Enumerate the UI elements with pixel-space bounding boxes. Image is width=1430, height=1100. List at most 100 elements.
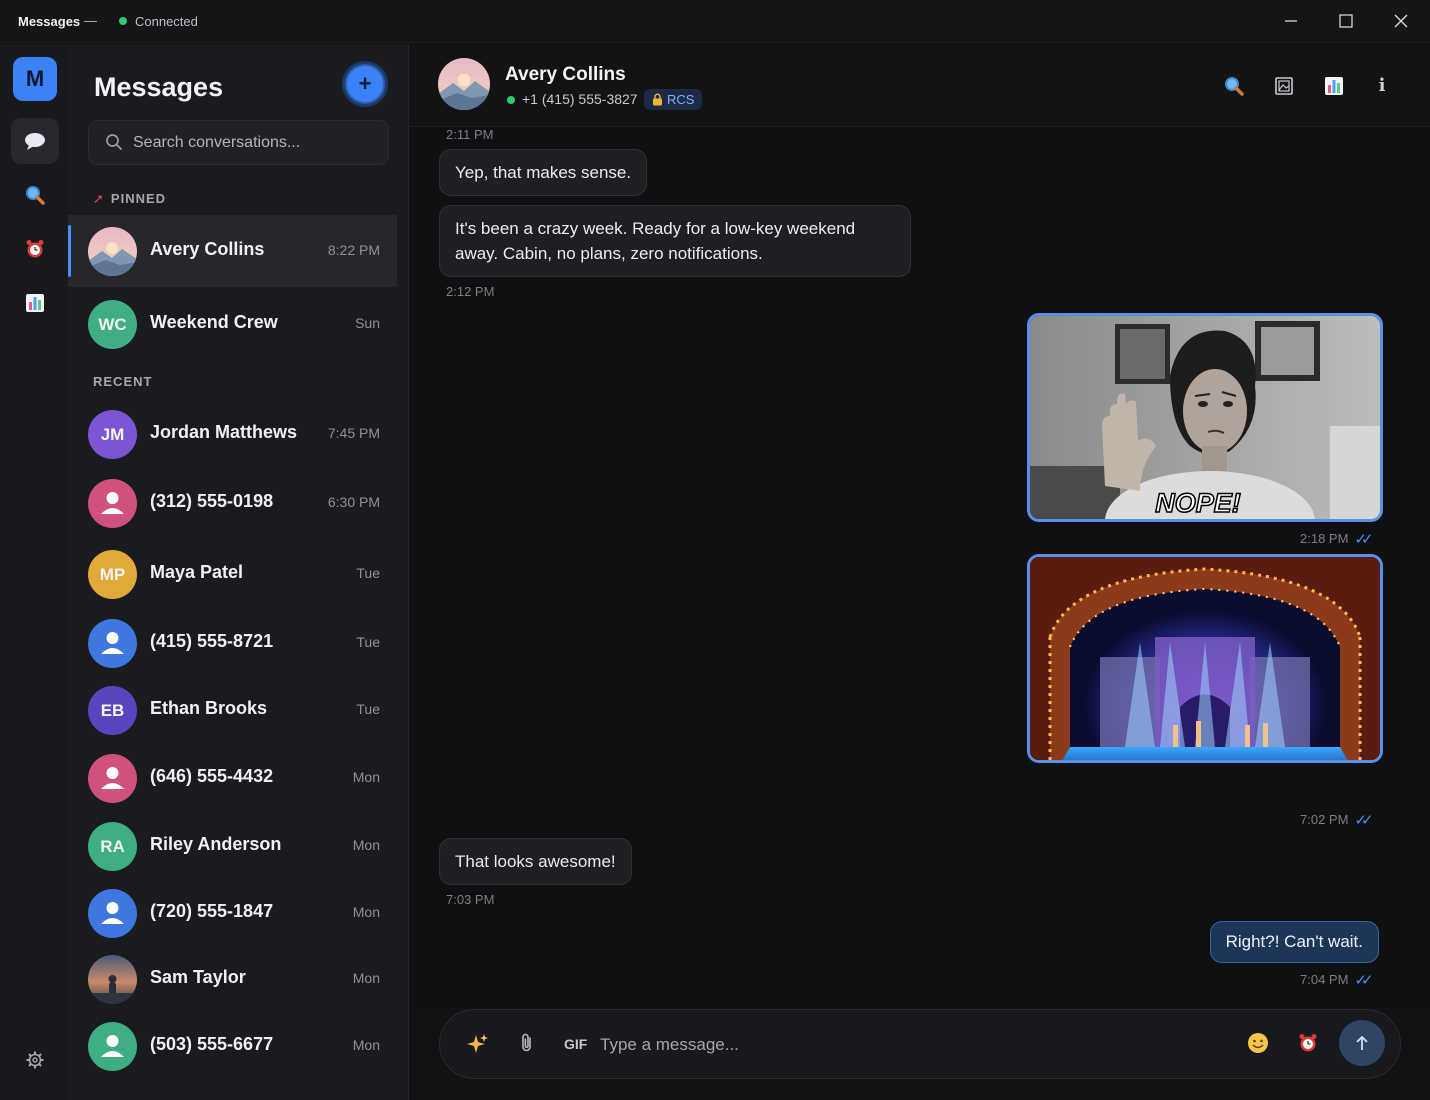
contact-avatar[interactable] <box>438 58 490 110</box>
conversation-time: Mon <box>352 769 380 785</box>
image-attachment-theater-stage[interactable] <box>1027 554 1383 763</box>
send-button[interactable] <box>1339 1020 1385 1066</box>
avatar: MP <box>88 550 137 599</box>
title-bar: Messages — Connected <box>0 0 1430 43</box>
conversation-name: Ethan Brooks <box>150 698 268 718</box>
chat-header: Avery Collins +1 (415) 555-3827 RCS i <box>410 44 1430 127</box>
conversation-name: (646) 555-4432 <box>150 766 274 786</box>
conversation-item-jordan-matthews[interactable]: JM Jordan Matthews 7:45 PM <box>68 398 397 470</box>
conversation-name: (415) 555-8721 <box>150 631 274 651</box>
account-avatar[interactable]: M <box>13 57 57 101</box>
search-box[interactable] <box>88 120 389 165</box>
conversation-item-maya-patel[interactable]: MP Maya Patel Tue <box>68 538 397 610</box>
conversation-time: Mon <box>352 904 380 920</box>
online-status-dot <box>507 96 515 104</box>
conversation-item-503-555-6677[interactable]: (503) 555-6677 Mon <box>68 1010 397 1082</box>
message-timestamp: 2:18 PM <box>1300 531 1349 546</box>
rcs-label: RCS <box>667 92 695 107</box>
incoming-message-bubble[interactable]: It's been a crazy week. Ready for a low-… <box>439 205 911 277</box>
conversation-time: 6:30 PM <box>327 494 380 510</box>
message-timestamp: 7:03 PM <box>446 892 495 907</box>
person-icon <box>88 619 137 668</box>
settings-gear-icon[interactable] <box>11 1037 59 1083</box>
avatar: EB <box>88 686 137 735</box>
conversation-name: Avery Collins <box>150 239 265 259</box>
outgoing-message-bubble[interactable]: Right?! Can't wait. <box>1209 921 1379 963</box>
conversation-name: (503) 555-6677 <box>150 1034 274 1054</box>
person-icon <box>88 754 137 803</box>
lock-icon <box>653 93 662 106</box>
search-input[interactable] <box>133 121 383 164</box>
maximize-icon[interactable] <box>1335 10 1357 32</box>
conversation-name: (720) 555-1847 <box>150 901 274 921</box>
conversation-name: Riley Anderson <box>150 834 282 854</box>
avatar: WC <box>88 300 137 349</box>
conversation-item-646-555-4432[interactable]: (646) 555-4432 Mon <box>68 742 397 814</box>
person-icon <box>88 1022 137 1071</box>
conversation-time: Mon <box>352 970 380 986</box>
conversation-item-ethan-brooks[interactable]: EB Ethan Brooks Tue <box>68 674 397 746</box>
incoming-message-bubble[interactable]: That looks awesome! <box>439 838 632 885</box>
pinned-label: PINNED <box>110 191 167 206</box>
incoming-message-bubble[interactable]: Yep, that makes sense. <box>439 149 648 196</box>
conversation-item-weekend-crew[interactable]: WC Weekend Crew Sun <box>68 288 397 360</box>
search-icon[interactable] <box>11 172 59 218</box>
conversation-item-riley-anderson[interactable]: RA Riley Anderson Mon <box>68 810 397 882</box>
alarm-clock-icon[interactable] <box>11 226 59 272</box>
connection-status-dot <box>119 17 127 25</box>
conversation-time: Sun <box>355 315 380 331</box>
search-icon <box>105 133 123 151</box>
alarm-clock-icon[interactable] <box>1295 1032 1321 1058</box>
message-timestamp: 7:04 PM <box>1300 972 1349 987</box>
message-input[interactable] <box>600 1028 1220 1062</box>
emoji-icon[interactable] <box>1245 1032 1271 1058</box>
conversation-item-415-555-8721[interactable]: (415) 555-8721 Tue <box>68 607 397 679</box>
message-composer: GIF <box>439 1009 1401 1079</box>
conversation-name: (312) 555-0198 <box>150 491 274 511</box>
conversation-time: Mon <box>352 837 380 853</box>
minimize-icon[interactable] <box>1280 10 1302 32</box>
close-icon[interactable] <box>1390 10 1412 32</box>
gif-button[interactable]: GIF <box>564 1036 587 1052</box>
search-icon[interactable] <box>1220 72 1248 100</box>
conversation-item-sam-taylor[interactable]: Sam Taylor Mon <box>68 943 397 1015</box>
meme-caption: NOPE! <box>1155 488 1241 518</box>
conversation-time: Tue <box>356 634 380 650</box>
contact-name: Avery Collins <box>505 64 626 85</box>
person-icon <box>88 889 137 938</box>
title-separator: — <box>84 13 97 28</box>
message-thread: 2:11 PM Yep, that makes sense. It's been… <box>410 127 1430 1008</box>
conversation-time: 8:22 PM <box>327 242 380 258</box>
avatar <box>88 227 137 276</box>
message-status: 7:04 PM ✓✓ <box>1300 971 1374 989</box>
new-conversation-button[interactable]: + <box>345 64 385 104</box>
conversation-name: Jordan Matthews <box>150 422 298 442</box>
sparkles-icon[interactable] <box>465 1032 491 1058</box>
message-timestamp: 7:02 PM <box>1300 812 1349 827</box>
conversation-sidebar: Messages + ➚ PINNED Avery Collins 8:22 PM… <box>68 44 409 1100</box>
pinned-section-header: ➚ PINNED <box>93 191 166 207</box>
message-timestamp: 2:12 PM <box>446 284 495 299</box>
paperclip-icon[interactable] <box>514 1032 540 1058</box>
conversation-item-avery-collins[interactable]: Avery Collins 8:22 PM <box>68 215 397 287</box>
chat-bubble-icon[interactable] <box>11 118 59 164</box>
nav-rail: M <box>0 44 68 1100</box>
recent-section-header: RECENT <box>93 374 153 389</box>
conversation-time: Tue <box>356 565 380 581</box>
conversation-item-720-555-1847[interactable]: (720) 555-1847 Mon <box>68 877 397 949</box>
conversation-time: Tue <box>356 701 380 717</box>
message-status: 7:02 PM ✓✓ <box>1300 811 1374 829</box>
image-attachment-nope-meme[interactable]: NOPE! <box>1027 313 1383 522</box>
message-timestamp: 2:11 PM <box>446 127 494 142</box>
bar-chart-icon[interactable] <box>11 280 59 326</box>
read-receipt-icon: ✓✓ <box>1354 972 1373 989</box>
conversation-item-312-555-0198[interactable]: (312) 555-0198 6:30 PM <box>68 467 397 539</box>
media-gallery-icon[interactable] <box>1270 72 1298 100</box>
sidebar-title: Messages <box>94 72 224 102</box>
message-status: 2:18 PM ✓✓ <box>1300 530 1374 548</box>
avatar <box>88 955 137 1004</box>
bar-chart-icon[interactable] <box>1320 72 1348 100</box>
info-icon[interactable]: i <box>1368 72 1396 100</box>
conversation-time: 7:45 PM <box>327 425 380 441</box>
conversation-name: Sam Taylor <box>150 967 246 987</box>
